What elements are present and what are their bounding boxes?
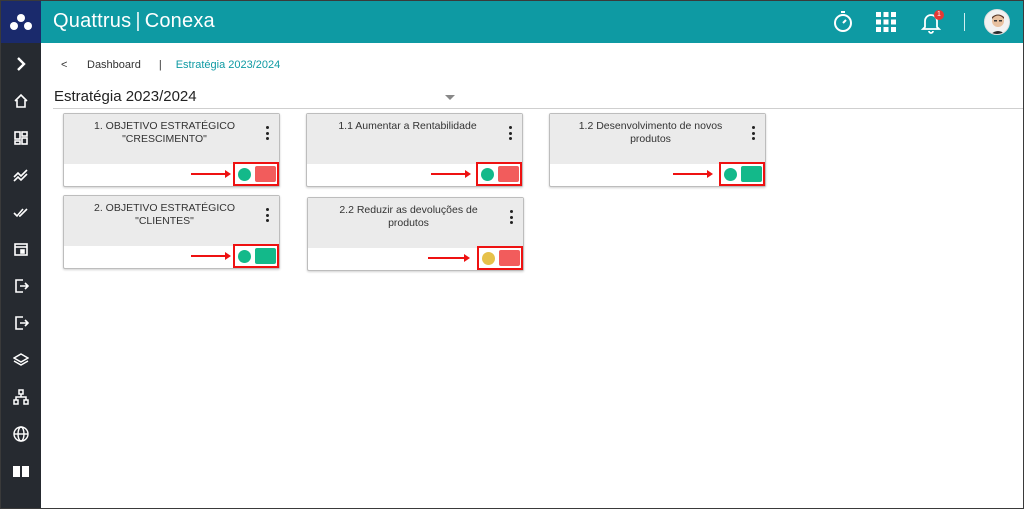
annotation-arrow — [428, 254, 470, 262]
layers-icon — [13, 353, 29, 366]
hierarchy-icon — [13, 389, 29, 405]
chevron-right-icon — [17, 57, 26, 71]
status-indicator — [233, 162, 279, 186]
sidebar-expand-button[interactable] — [1, 49, 41, 79]
app-logo[interactable] — [1, 1, 41, 43]
card-title: 1.1 Aumentar a Rentabilidade — [338, 120, 477, 132]
status-indicator — [233, 244, 279, 268]
annotation-arrow — [431, 170, 471, 178]
status-rect — [498, 166, 519, 182]
card-title: 2.2 Reduzir as devoluções de produtos — [339, 204, 478, 229]
objective-card[interactable]: 2. OBJETIVO ESTRATÉGICO "CLIENTES" — [63, 195, 280, 269]
logout-icon — [15, 279, 29, 293]
card-title: 1.2 Desenvolvimento de novos produtos — [578, 120, 723, 145]
sidebar-item-checks[interactable] — [1, 197, 41, 227]
brand-name: Quattrus | Conexa — [53, 10, 215, 33]
top-bar: Quattrus | Conexa 1 — [41, 1, 1023, 43]
page-title[interactable]: Estratégia 2023/2024 — [54, 88, 197, 105]
breadcrumb-current[interactable]: Estratégia 2023/2024 — [176, 59, 281, 71]
annotation-arrow — [191, 170, 231, 178]
dashboard-icon — [14, 131, 28, 145]
brand-right: Conexa — [144, 10, 215, 32]
sidebar-item-hierarchy[interactable] — [1, 382, 41, 412]
breadcrumb-dashboard-link[interactable]: Dashboard — [87, 59, 141, 71]
back-button[interactable]: < — [61, 59, 71, 71]
notifications-bell-icon[interactable]: 1 — [918, 9, 944, 35]
status-rect — [255, 166, 276, 182]
sidebar-item-book[interactable] — [1, 456, 41, 486]
breadcrumb: < Dashboard | Estratégia 2023/2024 — [61, 59, 280, 71]
sidebar-item-dashboard[interactable] — [1, 123, 41, 153]
book-icon — [13, 466, 29, 477]
sidebar-item-exit[interactable] — [1, 308, 41, 338]
kebab-menu-icon[interactable] — [265, 126, 269, 140]
calendar-icon — [14, 243, 28, 256]
objective-card[interactable]: 2.2 Reduzir as devoluções de produtos — [307, 197, 524, 271]
annotation-arrow — [673, 170, 713, 178]
status-dot — [724, 168, 737, 181]
double-check-icon — [13, 208, 28, 218]
sidebar-item-globe[interactable] — [1, 419, 41, 449]
objective-card[interactable]: 1.2 Desenvolvimento de novos produtos — [549, 113, 766, 187]
app-window: Quattrus | Conexa 1 < Dashboard | Estrat… — [0, 0, 1024, 509]
status-indicator — [477, 246, 523, 270]
brand-left: Quattrus — [53, 10, 132, 32]
trend-icon — [13, 169, 28, 182]
kebab-menu-icon[interactable] — [508, 126, 512, 140]
title-divider — [53, 108, 1023, 109]
objective-card[interactable]: 1. OBJETIVO ESTRATÉGICO "CRESCIMENTO" — [63, 113, 280, 187]
kebab-menu-icon[interactable] — [751, 126, 755, 140]
sidebar-item-logout[interactable] — [1, 271, 41, 301]
sidebar — [1, 43, 41, 508]
sidebar-item-trends[interactable] — [1, 160, 41, 190]
globe-icon — [13, 426, 29, 442]
status-indicator — [476, 162, 522, 186]
sidebar-item-layers[interactable] — [1, 345, 41, 375]
status-dot — [481, 168, 494, 181]
breadcrumb-separator: | — [158, 59, 162, 71]
kebab-menu-icon[interactable] — [509, 210, 513, 224]
status-rect — [255, 248, 276, 264]
sidebar-item-calendar[interactable] — [1, 234, 41, 264]
annotation-arrow — [191, 252, 231, 260]
kebab-menu-icon[interactable] — [265, 208, 269, 222]
chevron-down-icon[interactable] — [445, 95, 455, 100]
stopwatch-icon[interactable] — [830, 9, 856, 35]
brand-separator: | — [135, 10, 141, 32]
user-avatar[interactable] — [984, 9, 1010, 35]
status-rect — [499, 250, 520, 266]
card-title: 1. OBJETIVO ESTRATÉGICO "CRESCIMENTO" — [94, 120, 235, 145]
objective-card[interactable]: 1.1 Aumentar a Rentabilidade — [306, 113, 523, 187]
notification-badge: 1 — [934, 10, 944, 20]
sidebar-item-home[interactable] — [1, 86, 41, 116]
status-indicator — [719, 162, 765, 186]
card-title: 2. OBJETIVO ESTRATÉGICO "CLIENTES" — [94, 202, 235, 227]
home-icon — [14, 93, 28, 108]
status-dot — [238, 168, 251, 181]
exit-icon — [15, 316, 29, 330]
apps-grid-icon[interactable] — [873, 9, 899, 35]
topbar-divider — [964, 13, 965, 31]
logo-icon — [10, 14, 32, 30]
status-dot — [238, 250, 251, 263]
status-dot — [482, 252, 495, 265]
status-rect — [741, 166, 762, 182]
